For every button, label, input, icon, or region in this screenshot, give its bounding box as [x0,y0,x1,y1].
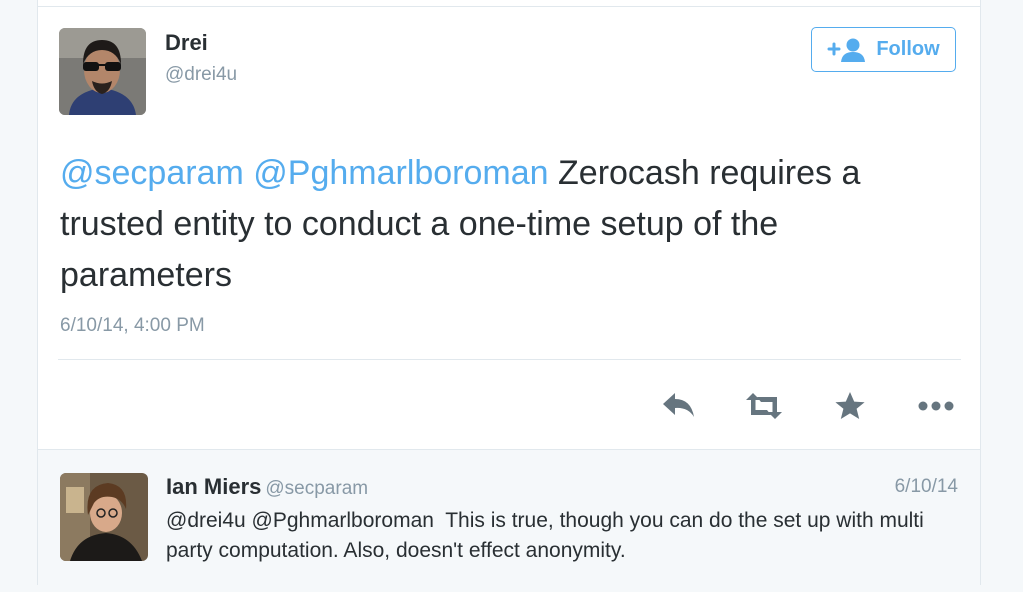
author-name[interactable]: Drei [165,30,208,56]
tweet-timestamp[interactable]: 6/10/14, 4:00 PM [60,315,205,337]
author-avatar[interactable] [59,28,146,115]
reply-tweet[interactable]: Ian Miers @secparam 6/10/14 @drei4u @Pghm… [38,449,980,585]
reply-icon [663,393,694,417]
reply-author-handle[interactable]: @secparam [265,478,368,499]
add-user-icon [827,38,866,62]
follow-button[interactable]: Follow [811,27,956,72]
divider [58,359,961,360]
reply-avatar[interactable] [60,473,148,561]
tweet-card: Drei @drei4u Follow @secparam @Pghmarlbo… [37,0,981,585]
reply-date[interactable]: 6/10/14 [895,476,958,498]
author-handle[interactable]: @drei4u [165,64,237,86]
mention-link[interactable]: @secparam [60,154,244,192]
reply-text: @drei4u @Pghmarlboroman This is true, th… [166,509,930,562]
favorite-button[interactable] [830,388,870,424]
retweet-icon [746,393,782,419]
reply-header: Ian Miers @secparam [166,474,368,500]
more-button[interactable] [916,388,956,424]
divider [38,6,980,7]
star-icon [835,392,865,419]
reply-button[interactable] [659,388,699,424]
more-icon [918,401,954,411]
reply-author-name[interactable]: Ian Miers [166,474,261,499]
mention-link[interactable]: @Pghmarlboroman [253,154,548,192]
retweet-button[interactable] [744,388,784,424]
follow-label: Follow [876,38,940,60]
tweet-text: @secparam @Pghmarlboroman Zerocash requi… [60,148,950,301]
